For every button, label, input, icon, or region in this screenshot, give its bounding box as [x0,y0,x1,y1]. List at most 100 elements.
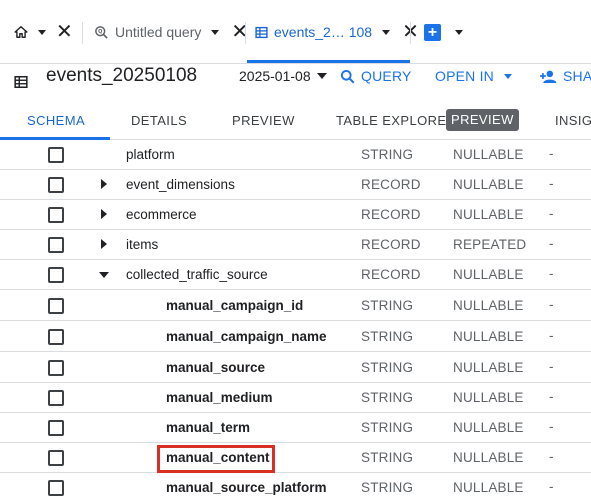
table-row: manual_term STRING NULLABLE - [0,413,591,443]
chevron-down-icon[interactable] [211,29,220,35]
row-checkbox[interactable] [48,480,64,496]
row-checkbox[interactable] [48,298,64,314]
tab-insights[interactable]: INSIGH [555,113,591,128]
tab-schema[interactable]: SCHEMA [27,113,85,128]
table-row: event_dimensions RECORD NULLABLE - [0,170,591,200]
tab-divider [245,22,246,44]
table-icon [14,75,28,89]
new-tab-plus-icon[interactable]: + [424,24,441,41]
open-in-button[interactable]: OPEN IN [435,68,512,84]
table-header: events_20250108 2025-01-08 QUERY OPEN IN… [0,64,591,102]
field-name: manual_term [166,420,251,435]
field-mode: REPEATED [453,237,527,252]
table-row: manual_content STRING NULLABLE - [0,443,591,473]
search-icon [340,69,355,83]
field-mode: NULLABLE [453,267,524,282]
tab-details[interactable]: DETAILS [131,113,187,128]
table-row: manual_campaign_name STRING NULLABLE - [0,322,591,352]
field-type: STRING [361,329,414,344]
tab-home[interactable]: ✕ [14,16,73,48]
collapse-arrow-icon[interactable] [99,272,109,278]
field-type: STRING [361,298,414,313]
home-icon [14,26,28,38]
chevron-down-icon [503,73,512,79]
row-checkbox[interactable] [48,207,64,223]
field-name: platform [126,147,175,162]
expand-arrow-icon[interactable] [101,179,107,189]
chevron-down-icon [316,73,327,79]
field-type: STRING [361,480,414,495]
preview-badge: PREVIEW [446,109,519,131]
tab-divider [410,22,411,44]
tab-untitled-label: Untitled query [115,24,202,40]
row-checkbox[interactable] [48,177,64,193]
tab-preview[interactable]: PREVIEW [232,113,295,128]
field-name: ecommerce [126,207,197,222]
field-description: - [549,328,554,343]
field-description: - [549,266,554,281]
expand-arrow-icon[interactable] [101,209,107,219]
field-mode: NULLABLE [453,450,524,465]
row-checkbox[interactable] [48,329,64,345]
query-label: QUERY [361,68,412,84]
table-row: items RECORD REPEATED - [0,230,591,260]
table-row: manual_source_platform STRING NULLABLE - [0,473,591,500]
tab-untitled-query[interactable]: Q Untitled query ✕ [94,16,248,48]
field-type: RECORD [361,237,421,252]
table-tabs: SCHEMA DETAILS PREVIEW TABLE EXPLORER PR… [0,102,591,140]
field-description: - [549,359,554,374]
svg-text:Q: Q [98,29,102,35]
field-description: - [549,146,554,161]
date-selector[interactable]: 2025-01-08 [239,68,327,84]
table-row: collected_traffic_source RECORD NULLABLE… [0,260,591,290]
share-button[interactable]: SHAR [540,68,591,84]
row-checkbox[interactable] [48,360,64,376]
row-checkbox[interactable] [48,420,64,436]
query-button[interactable]: QUERY [340,68,412,84]
row-checkbox[interactable] [48,390,64,406]
field-mode: NULLABLE [453,329,524,344]
field-description: - [549,236,554,251]
field-name: manual_medium [166,390,273,405]
close-icon[interactable]: ✕ [56,22,73,42]
table-row: platform STRING NULLABLE - [0,140,591,170]
field-description: - [549,479,554,494]
tab-events-label: events_2… 108 [274,24,373,40]
field-description: - [549,389,554,404]
row-checkbox[interactable] [48,237,64,253]
tab-bar: ✕ Q Untitled query ✕ events_2… 108 ✕ + [0,0,591,64]
field-description: - [549,176,554,191]
chevron-down-icon[interactable] [455,30,463,35]
query-icon: Q [95,25,108,39]
field-mode: NULLABLE [453,360,524,375]
field-description: - [549,206,554,221]
date-value: 2025-01-08 [239,68,311,84]
tab-events-table[interactable]: events_2… 108 ✕ [255,16,419,48]
field-mode: NULLABLE [453,207,524,222]
highlight-annotation [157,445,275,473]
field-type: STRING [361,420,414,435]
field-mode: NULLABLE [453,177,524,192]
table-row: ecommerce RECORD NULLABLE - [0,200,591,230]
field-description: - [549,419,554,434]
add-person-icon [540,70,557,83]
row-checkbox[interactable] [48,147,64,163]
field-name: event_dimensions [126,177,235,192]
expand-arrow-icon[interactable] [101,239,107,249]
field-type: RECORD [361,267,421,282]
field-description: - [549,297,554,312]
table-row: manual_medium STRING NULLABLE - [0,383,591,413]
chevron-down-icon[interactable] [382,29,391,35]
field-type: STRING [361,390,414,405]
field-name: manual_campaign_id [166,298,304,313]
field-mode: NULLABLE [453,298,524,313]
row-checkbox[interactable] [48,450,64,466]
field-description: - [549,449,554,464]
field-type: RECORD [361,177,421,192]
chevron-down-icon[interactable] [38,29,46,35]
row-checkbox[interactable] [48,267,64,283]
field-name: items [126,237,159,252]
table-row: manual_source STRING NULLABLE - [0,353,591,383]
field-name: manual_source [166,360,266,375]
tab-table-explorer[interactable]: TABLE EXPLORER [336,113,456,128]
